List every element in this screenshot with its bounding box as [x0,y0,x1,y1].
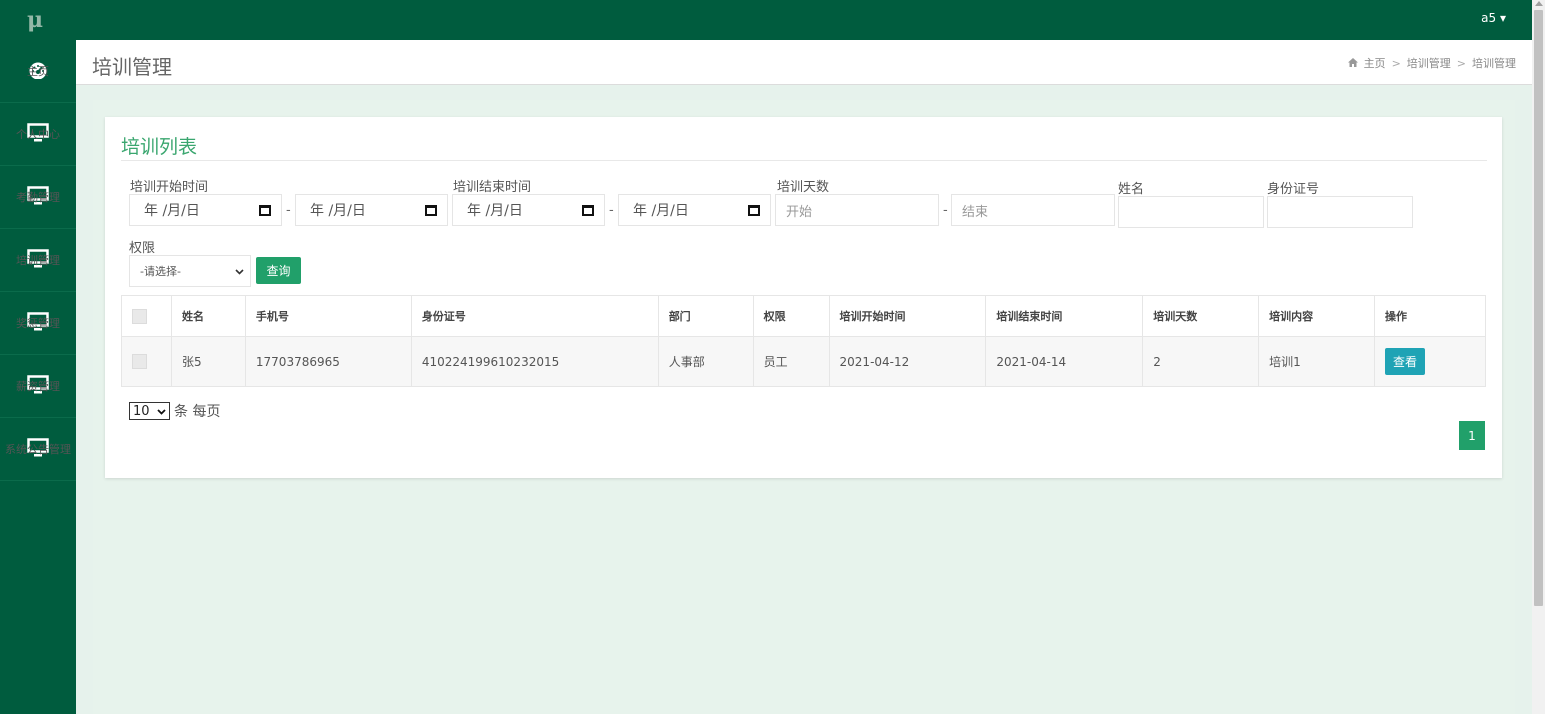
column-header: 培训内容 [1258,295,1375,337]
days-end-input[interactable]: 结束 [951,194,1115,226]
select-all-cell [121,295,172,337]
column-header: 培训开始时间 [828,295,987,337]
cell-name: 张5 [170,336,246,387]
training-list-card: 培训列表 培训开始时间 培训结束时间 培训天数 姓名 身份证号 年 /月/日 -… [105,117,1502,478]
card-title: 培训列表 [121,136,198,158]
column-header: 姓名 [170,295,246,337]
sidebar-item-profile[interactable]: 个人中心 [0,103,76,166]
end-time-label: 培训结束时间 [453,180,532,195]
sidebar-item-label: 奖惩管理 [16,317,60,330]
date-placeholder: 年 /月/日 [310,203,366,219]
sidebar-item-label: 主页 [27,65,49,78]
user-menu[interactable]: a5 ▾ [1481,11,1506,25]
sidebar-item-label: 考勤管理 [16,191,60,204]
range-dash: - [943,203,948,218]
select-all-checkbox[interactable] [132,308,147,324]
sidebar-item-label: 培训管理 [16,254,60,267]
sidebar-item-label: 薪资管理 [16,380,60,393]
date-placeholder: 年 /月/日 [144,203,200,219]
calendar-icon[interactable] [259,204,271,216]
date-placeholder: 年 /月/日 [467,203,523,219]
cell-start-time: 2021-04-12 [828,336,987,387]
cell-dept: 人事部 [657,336,754,387]
scrollbar-thumb[interactable] [1534,10,1543,606]
cell-end-time: 2021-04-14 [985,336,1144,387]
page-size-value: 10 [133,403,150,419]
breadcrumb-separator: > [1456,56,1466,70]
column-header: 手机号 [244,295,412,337]
sidebar-item-salary[interactable]: 薪资管理 [0,355,76,418]
row-select-cell [121,336,172,387]
date-placeholder: 年 /月/日 [633,203,689,219]
column-header: 部门 [657,295,754,337]
column-header: 权限 [752,295,830,337]
training-table: 姓名 手机号 身份证号 部门 权限 培训开始时间 培训结束时间 培训天数 培训内… [121,295,1486,387]
sidebar-item-label: 个人中心 [16,128,60,141]
column-header: 培训天数 [1142,295,1260,337]
top-navbar: a5 ▾ [76,0,1532,40]
breadcrumb: 主页 > 培训管理 > 培训管理 [1347,55,1516,71]
start-time-from-input[interactable]: 年 /月/日 [129,194,282,226]
role-select-value: -请选择- [140,265,181,278]
idcard-input[interactable] [1267,196,1413,228]
name-label: 姓名 [1118,182,1145,197]
breadcrumb-section[interactable]: 培训管理 [1407,55,1451,71]
cell-actions: 查看 [1374,336,1486,387]
page-button-current[interactable]: 1 [1459,421,1485,450]
sidebar-item-attendance[interactable]: 考勤管理 [0,166,76,229]
cell-content: 培训1 [1258,336,1375,387]
sidebar: μ 主页 个人中心 考勤管理 培训管理 奖惩管理 薪资管理 系统公告管理 [0,0,76,714]
sidebar-item-announcements[interactable]: 系统公告管理 [0,418,76,481]
cell-phone: 17703786965 [244,336,412,387]
sidebar-item-home[interactable]: 主页 [0,40,76,103]
cell-days: 2 [1142,336,1260,387]
name-input[interactable] [1118,196,1264,228]
sidebar-item-training[interactable]: 培训管理 [0,229,76,292]
start-time-label: 培训开始时间 [130,180,209,195]
page-size-suffix: 条 每页 [174,404,221,420]
idcard-label: 身份证号 [1267,182,1320,197]
days-start-placeholder: 开始 [786,204,813,220]
sidebar-item-label: 系统公告管理 [5,443,71,456]
view-button[interactable]: 查看 [1385,348,1426,375]
chevron-down-icon [235,265,244,278]
sidebar-item-rewards[interactable]: 奖惩管理 [0,292,76,355]
app-logo: μ [27,7,44,33]
page-title: 培训管理 [92,55,172,79]
scroll-up-arrow-icon[interactable] [1535,1,1543,6]
divider [121,160,1487,161]
role-label: 权限 [129,241,156,256]
start-time-to-input[interactable]: 年 /月/日 [295,194,448,226]
home-icon [1347,57,1358,70]
cell-role: 员工 [752,336,830,387]
column-header: 操作 [1374,295,1486,337]
days-label: 培训天数 [777,180,830,195]
breadcrumb-home[interactable]: 主页 [1364,55,1386,71]
end-time-from-input[interactable]: 年 /月/日 [452,194,605,226]
breadcrumb-current: 培训管理 [1472,57,1516,70]
page-header: 培训管理 主页 > 培训管理 > 培训管理 [76,40,1532,85]
end-time-to-input[interactable]: 年 /月/日 [618,194,771,226]
page-size-select[interactable]: 10 [129,402,170,420]
row-checkbox[interactable] [132,354,147,369]
table-row: 张5 17703786965 410224199610232015 人事部 员工… [121,336,1486,387]
role-select[interactable]: -请选择- [129,255,251,287]
query-button[interactable]: 查询 [256,257,301,284]
table-header-row: 姓名 手机号 身份证号 部门 权限 培训开始时间 培训结束时间 培训天数 培训内… [121,295,1486,337]
page-size-control: 10 条 每页 [129,401,220,421]
range-dash: - [286,203,291,218]
breadcrumb-separator: > [1391,56,1401,70]
range-dash: - [609,203,614,218]
column-header: 身份证号 [410,295,659,337]
column-header: 培训结束时间 [985,295,1144,337]
page-scrollbar[interactable] [1532,0,1545,714]
chevron-down-icon [157,404,166,419]
days-end-placeholder: 结束 [962,204,989,220]
calendar-icon[interactable] [582,204,594,216]
cell-idcard: 410224199610232015 [410,336,659,387]
calendar-icon[interactable] [425,204,437,216]
calendar-icon[interactable] [748,204,760,216]
days-start-input[interactable]: 开始 [775,194,939,226]
